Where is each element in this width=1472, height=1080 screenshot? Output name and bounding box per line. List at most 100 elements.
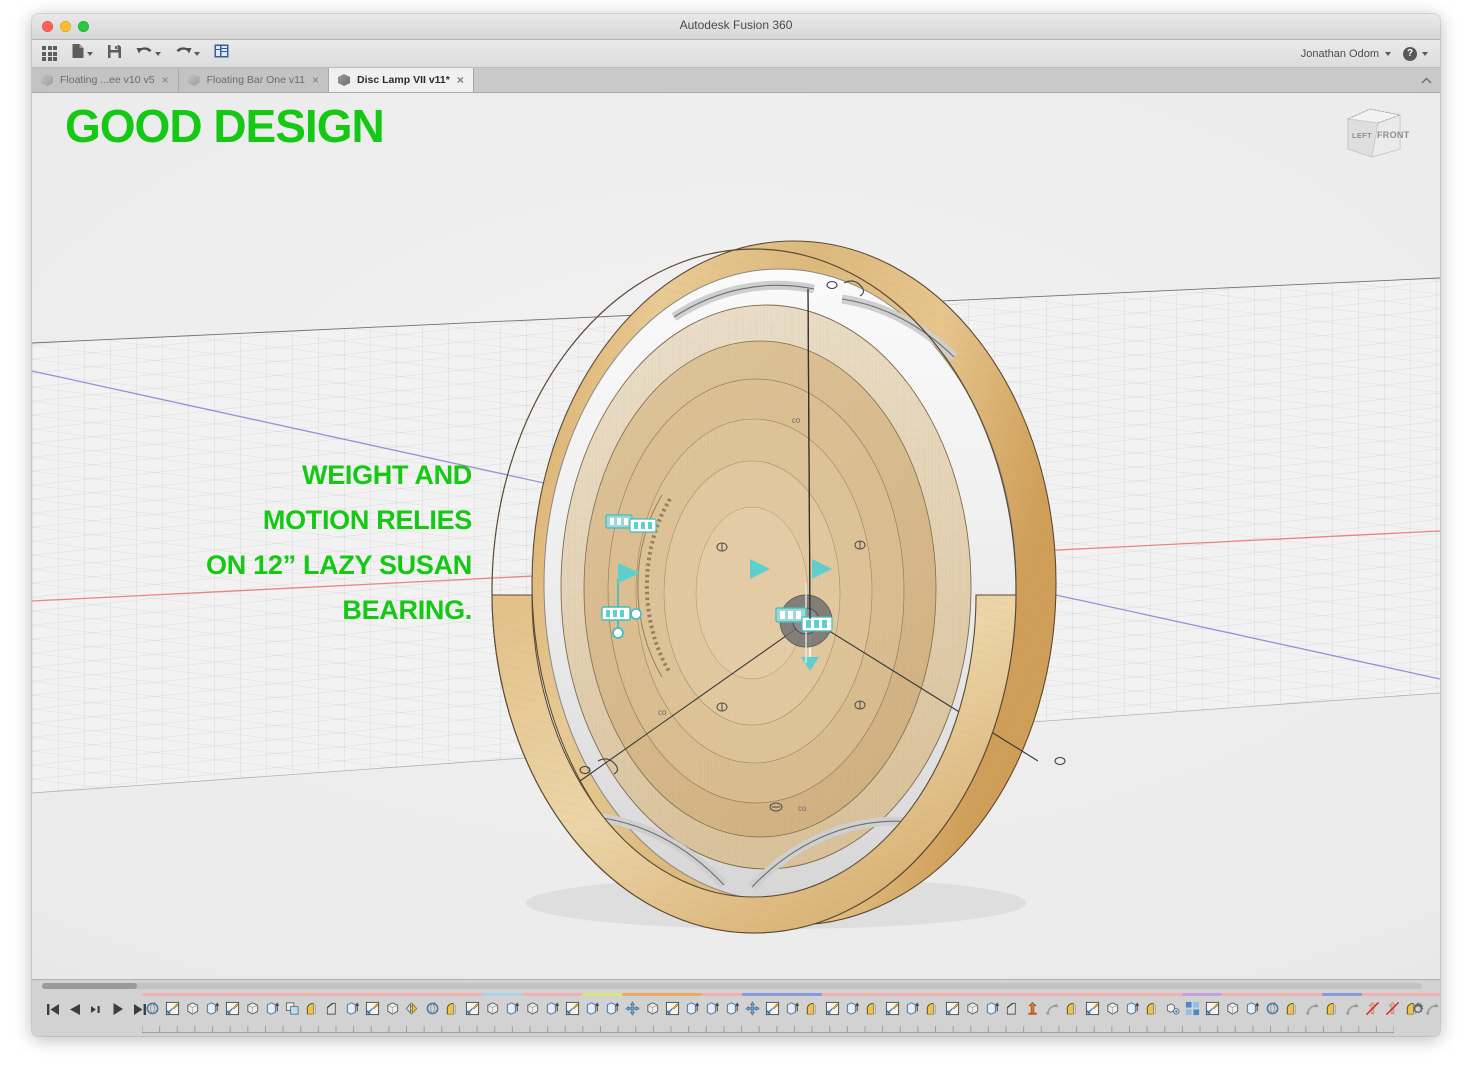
tab-floating-ee[interactable]: Floating ...ee v10 v5 ×: [32, 68, 179, 92]
timeline-group-items: [1362, 998, 1440, 1019]
timeline-feature-revolve[interactable]: [422, 998, 442, 1019]
timeline-feature-extrude[interactable]: [202, 998, 222, 1019]
timeline-feature-revolve[interactable]: [1262, 998, 1282, 1019]
timeline-group-items: [1002, 998, 1102, 1019]
timeline-settings-button[interactable]: [1410, 1001, 1426, 1017]
save-icon: [107, 44, 122, 64]
timeline-feature-fillet[interactable]: [1282, 998, 1302, 1019]
timeline-feature-extrude[interactable]: [582, 998, 602, 1019]
redo-button[interactable]: [175, 44, 200, 63]
timeline-feature-extrude[interactable]: [982, 998, 1002, 1019]
timeline-feature-fillet[interactable]: [862, 998, 882, 1019]
timeline-feature-body[interactable]: [1102, 998, 1122, 1019]
timeline-feature-extrude[interactable]: [502, 998, 522, 1019]
timeline-feature-fillet[interactable]: [1322, 998, 1342, 1019]
skip-to-start-button[interactable]: [46, 1003, 60, 1016]
timeline-group-items: [142, 998, 342, 1019]
collapse-toolbar-chevron-icon[interactable]: [1412, 68, 1440, 92]
timeline-feature-extrude[interactable]: [542, 998, 562, 1019]
app-grid-button[interactable]: [42, 46, 57, 61]
timeline-feature-component[interactable]: [1162, 998, 1182, 1019]
timeline-feature-suppressed[interactable]: [1362, 998, 1382, 1019]
timeline-feature-extrude[interactable]: [702, 998, 722, 1019]
timeline-feature-track[interactable]: [142, 993, 1440, 1027]
timeline-feature-extrude[interactable]: [722, 998, 742, 1019]
timeline-feature-mirror[interactable]: [402, 998, 422, 1019]
timeline-feature-move[interactable]: [622, 998, 642, 1019]
timeline-feature-joint[interactable]: [1022, 998, 1042, 1019]
timeline-feature-extrude[interactable]: [1242, 998, 1262, 1019]
undo-arrow-icon: [136, 44, 153, 63]
timeline-feature-body[interactable]: [482, 998, 502, 1019]
viewcube-front-face[interactable]: FRONT: [1377, 130, 1410, 140]
timeline-feature-extrude[interactable]: [782, 998, 802, 1019]
timeline-feature-sketch[interactable]: [362, 998, 382, 1019]
timeline-feature-fillet[interactable]: [802, 998, 822, 1019]
view-cube[interactable]: LEFT FRONT: [1340, 103, 1410, 163]
timeline-feature-joint-origin[interactable]: [1342, 998, 1362, 1019]
timeline-feature-sketch[interactable]: [942, 998, 962, 1019]
timeline-feature-fillet[interactable]: [442, 998, 462, 1019]
timeline-feature-extrude[interactable]: [902, 998, 922, 1019]
tab-floating-bar-one[interactable]: Floating Bar One v11 ×: [178, 68, 330, 92]
user-account-menu[interactable]: Jonathan Odom: [1301, 48, 1391, 60]
timeline-feature-joint-origin[interactable]: [1302, 998, 1322, 1019]
timeline-feature-extrude[interactable]: [842, 998, 862, 1019]
timeline-feature-body[interactable]: [382, 998, 402, 1019]
new-file-button[interactable]: [71, 43, 93, 64]
timeline-feature-body[interactable]: [242, 998, 262, 1019]
help-menu-button[interactable]: ?: [1403, 46, 1428, 61]
timeline-feature-sketch[interactable]: [1082, 998, 1102, 1019]
timeline-feature-fillet[interactable]: [302, 998, 322, 1019]
timeline-ruler: [142, 1026, 1394, 1033]
timeline-feature-extrude[interactable]: [602, 998, 622, 1019]
timeline-feature-body[interactable]: [642, 998, 662, 1019]
timeline-feature-sketch[interactable]: [162, 998, 182, 1019]
viewcube-left-face[interactable]: LEFT: [1352, 131, 1372, 140]
timeline-feature-chamfer[interactable]: [1002, 998, 1022, 1019]
undo-button[interactable]: [136, 44, 161, 63]
timeline-feature-sketch[interactable]: [562, 998, 582, 1019]
panel-icon: [214, 44, 229, 63]
timeline-feature-sketch[interactable]: [882, 998, 902, 1019]
timeline-feature-fillet[interactable]: [922, 998, 942, 1019]
timeline-feature-fillet[interactable]: [1142, 998, 1162, 1019]
timeline-scrollbar[interactable]: [42, 983, 1422, 989]
timeline-feature-joint-origin[interactable]: [1042, 998, 1062, 1019]
timeline-feature-sketch[interactable]: [822, 998, 842, 1019]
timeline-feature-combine[interactable]: [282, 998, 302, 1019]
timeline-feature-pattern[interactable]: [1182, 998, 1202, 1019]
timeline-feature-body[interactable]: [962, 998, 982, 1019]
timeline-feature-move[interactable]: [742, 998, 762, 1019]
viewport-canvas[interactable]: co co co GOOD DESIGN WEIGHT AND MOTION R…: [32, 93, 1440, 979]
timeline-feature-body[interactable]: [182, 998, 202, 1019]
close-icon[interactable]: ×: [457, 74, 464, 86]
timeline-scrollbar-thumb[interactable]: [42, 983, 137, 989]
timeline-feature-extrude[interactable]: [262, 998, 282, 1019]
timeline-feature-body[interactable]: [1222, 998, 1242, 1019]
timeline-feature-extrude[interactable]: [1122, 998, 1142, 1019]
close-icon[interactable]: ×: [312, 74, 319, 86]
step-forward-button[interactable]: [90, 1003, 103, 1016]
timeline-playback-controls: [40, 994, 153, 1024]
timeline-feature-revolve[interactable]: [142, 998, 162, 1019]
close-icon[interactable]: ×: [162, 74, 169, 86]
play-button[interactable]: [112, 1002, 124, 1016]
chevron-down-icon: [1385, 51, 1391, 56]
save-button[interactable]: [107, 44, 122, 64]
tab-disc-lamp-vii[interactable]: Disc Lamp VII v11* ×: [329, 68, 474, 92]
timeline-feature-body[interactable]: [522, 998, 542, 1019]
timeline-feature-extrude[interactable]: [682, 998, 702, 1019]
panel-toggle-button[interactable]: [214, 44, 229, 63]
timeline-feature-chamfer[interactable]: [322, 998, 342, 1019]
step-back-button[interactable]: [69, 1003, 81, 1016]
timeline-feature-fillet[interactable]: [1062, 998, 1082, 1019]
document-tab-bar: Floating ...ee v10 v5 × Floating Bar One…: [32, 68, 1440, 93]
timeline-feature-sketch[interactable]: [222, 998, 242, 1019]
timeline-feature-extrude[interactable]: [342, 998, 362, 1019]
timeline-feature-suppressed[interactable]: [1382, 998, 1402, 1019]
timeline-feature-sketch[interactable]: [662, 998, 682, 1019]
timeline-feature-sketch[interactable]: [462, 998, 482, 1019]
timeline-feature-sketch[interactable]: [762, 998, 782, 1019]
timeline-feature-sketch[interactable]: [1202, 998, 1222, 1019]
